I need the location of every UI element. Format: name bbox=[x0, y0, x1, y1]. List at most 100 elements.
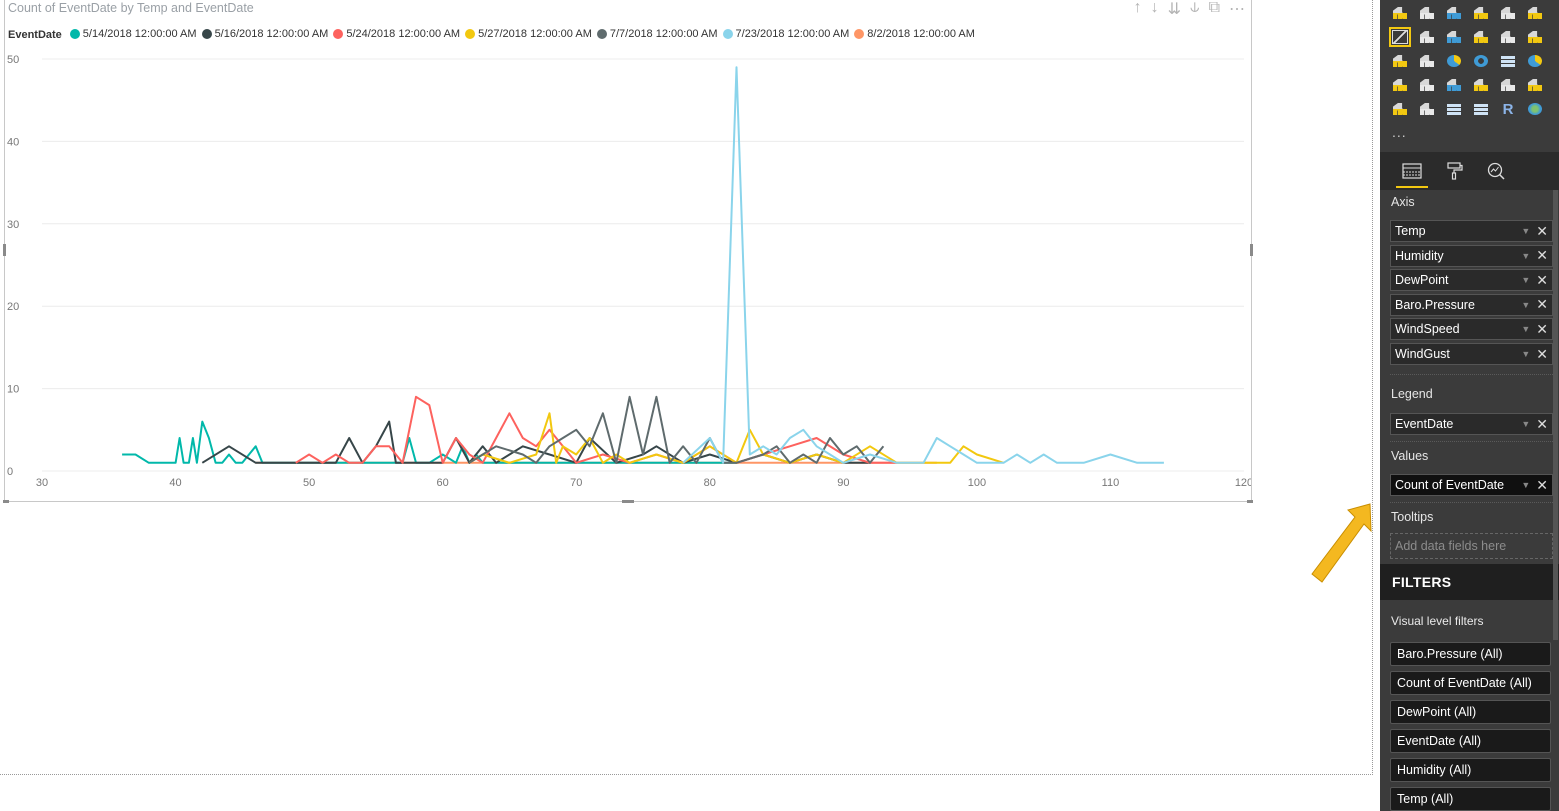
chevron-down-icon[interactable]: ▼ bbox=[1521, 419, 1530, 429]
resize-handle-bottom-right[interactable] bbox=[1247, 500, 1253, 503]
matrix-icon[interactable] bbox=[1471, 100, 1491, 118]
line-chart-visual[interactable]: Count of EventDate by Temp and EventDate… bbox=[3, 0, 1253, 503]
multi-row-card-icon[interactable] bbox=[1525, 76, 1545, 94]
tooltips-drop-zone[interactable]: Add data fields here bbox=[1390, 533, 1553, 559]
line-chart-icon[interactable] bbox=[1389, 27, 1411, 47]
shape-map-icon-glyph bbox=[1420, 79, 1434, 91]
remove-field-icon[interactable]: ✕ bbox=[1536, 296, 1548, 313]
x-tick-label: 50 bbox=[303, 477, 315, 489]
analytics-icon[interactable] bbox=[1476, 152, 1516, 190]
filter-card[interactable]: EventDate (All) bbox=[1390, 728, 1551, 753]
slicer-icon[interactable] bbox=[1417, 100, 1437, 118]
axis-field-name: WindSpeed bbox=[1395, 322, 1460, 337]
chevron-down-icon[interactable]: ▼ bbox=[1521, 251, 1530, 261]
resize-handle-bottom-left[interactable] bbox=[3, 500, 9, 503]
chevron-down-icon[interactable]: ▼ bbox=[1521, 300, 1530, 310]
gauge-icon[interactable] bbox=[1471, 76, 1491, 94]
viz-row bbox=[1390, 52, 1554, 70]
funnel-icon[interactable] bbox=[1444, 76, 1464, 94]
line-stacked-column-icon[interactable] bbox=[1498, 28, 1518, 46]
viz-row bbox=[1390, 4, 1554, 22]
format-paint-icon[interactable] bbox=[1434, 152, 1474, 190]
clustered-column-icon[interactable] bbox=[1471, 4, 1491, 22]
scatter-icon[interactable] bbox=[1417, 52, 1437, 70]
area-chart-icon[interactable] bbox=[1417, 28, 1437, 46]
pie-icon[interactable] bbox=[1444, 52, 1464, 70]
stacked-bar-icon[interactable] bbox=[1390, 4, 1410, 22]
stacked-area-icon[interactable] bbox=[1444, 28, 1464, 46]
more-visuals-button[interactable]: ... bbox=[1392, 124, 1407, 140]
x-tick-label: 100 bbox=[968, 477, 986, 489]
r-visual-icon[interactable]: R bbox=[1498, 100, 1518, 118]
axis-field-well[interactable]: WindGust ▼ ✕ bbox=[1390, 343, 1553, 365]
x-tick-label: 40 bbox=[169, 477, 181, 489]
remove-field-icon[interactable]: ✕ bbox=[1536, 321, 1548, 338]
legend-field-well[interactable]: EventDate ▼ ✕ bbox=[1390, 413, 1553, 435]
axis-field-well[interactable]: Temp ▼ ✕ bbox=[1390, 220, 1553, 242]
legend-section-label: Legend bbox=[1391, 387, 1433, 401]
line-chart-icon-glyph bbox=[1392, 30, 1408, 44]
pane-scrollbar[interactable] bbox=[1553, 190, 1558, 640]
axis-field-well[interactable]: DewPoint ▼ ✕ bbox=[1390, 269, 1553, 292]
fields-tab-icon[interactable] bbox=[1392, 152, 1432, 190]
filter-card[interactable]: Humidity (All) bbox=[1390, 757, 1551, 782]
pane-tabs bbox=[1380, 152, 1559, 190]
axis-field-well[interactable]: Baro.Pressure ▼ ✕ bbox=[1390, 293, 1553, 316]
multi-row-card-icon-glyph bbox=[1528, 79, 1542, 91]
resize-handle-left[interactable] bbox=[3, 244, 6, 256]
section-divider bbox=[1390, 441, 1553, 442]
filter-card[interactable]: DewPoint (All) bbox=[1390, 699, 1551, 724]
remove-field-icon[interactable]: ✕ bbox=[1536, 477, 1548, 494]
axis-field-name: Temp bbox=[1395, 224, 1426, 238]
map-icon[interactable] bbox=[1525, 52, 1545, 70]
axis-field-well[interactable]: Humidity ▼ ✕ bbox=[1390, 244, 1553, 267]
remove-field-icon[interactable]: ✕ bbox=[1536, 416, 1548, 433]
filter-card[interactable]: Temp (All) bbox=[1390, 786, 1551, 811]
values-field-name: Count of EventDate bbox=[1395, 478, 1505, 492]
clustered-bar-icon[interactable] bbox=[1444, 4, 1464, 22]
series-line bbox=[468, 395, 885, 464]
kpi-icon[interactable] bbox=[1390, 100, 1410, 118]
100-stacked-column-icon-glyph bbox=[1528, 7, 1542, 19]
chevron-down-icon[interactable]: ▼ bbox=[1521, 324, 1530, 334]
clustered-column-icon-glyph bbox=[1474, 7, 1488, 19]
remove-field-icon[interactable]: ✕ bbox=[1536, 223, 1548, 240]
resize-handle-right[interactable] bbox=[1250, 244, 1253, 256]
filter-card[interactable]: Baro.Pressure (All) bbox=[1390, 642, 1551, 666]
chevron-down-icon[interactable]: ▼ bbox=[1521, 275, 1530, 285]
r-visual-icon-glyph: R bbox=[1502, 100, 1514, 118]
filled-map-icon[interactable] bbox=[1390, 76, 1410, 94]
remove-field-icon[interactable]: ✕ bbox=[1536, 247, 1548, 264]
globe-icon[interactable] bbox=[1525, 100, 1545, 118]
values-field-well[interactable]: Count of EventDate ▼ ✕ bbox=[1390, 474, 1553, 496]
viz-row bbox=[1389, 27, 1554, 47]
100-stacked-column-icon[interactable] bbox=[1525, 4, 1545, 22]
shape-map-icon[interactable] bbox=[1417, 76, 1437, 94]
map-icon-glyph bbox=[1528, 55, 1542, 67]
resize-handle-bottom[interactable] bbox=[622, 500, 634, 503]
waterfall-icon[interactable] bbox=[1390, 52, 1410, 70]
funnel-icon-glyph bbox=[1447, 79, 1461, 91]
filter-card[interactable]: Count of EventDate (All) bbox=[1390, 670, 1551, 695]
line-clustered-column-icon[interactable] bbox=[1471, 28, 1491, 46]
chevron-down-icon[interactable]: ▼ bbox=[1521, 226, 1530, 236]
100-stacked-bar-icon[interactable] bbox=[1498, 4, 1518, 22]
visualization-gallery: R bbox=[1389, 4, 1554, 124]
remove-field-icon[interactable]: ✕ bbox=[1536, 346, 1548, 363]
donut-icon[interactable] bbox=[1471, 52, 1491, 70]
y-tick-label: 10 bbox=[7, 384, 19, 396]
card-icon[interactable] bbox=[1498, 76, 1518, 94]
axis-field-name: Humidity bbox=[1395, 248, 1444, 263]
table-icon[interactable] bbox=[1444, 100, 1464, 118]
stacked-area-icon-glyph bbox=[1447, 31, 1461, 43]
ribbon-chart-icon[interactable] bbox=[1525, 28, 1545, 46]
axis-field-well[interactable]: WindSpeed ▼ ✕ bbox=[1390, 318, 1553, 341]
x-tick-label: 120 bbox=[1235, 477, 1251, 489]
series-line bbox=[682, 66, 1164, 464]
y-tick-label: 50 bbox=[7, 54, 19, 66]
chevron-down-icon[interactable]: ▼ bbox=[1521, 480, 1530, 490]
treemap-icon[interactable] bbox=[1498, 52, 1518, 70]
chevron-down-icon[interactable]: ▼ bbox=[1521, 349, 1530, 359]
remove-field-icon[interactable]: ✕ bbox=[1536, 272, 1548, 289]
stacked-column-icon[interactable] bbox=[1417, 4, 1437, 22]
